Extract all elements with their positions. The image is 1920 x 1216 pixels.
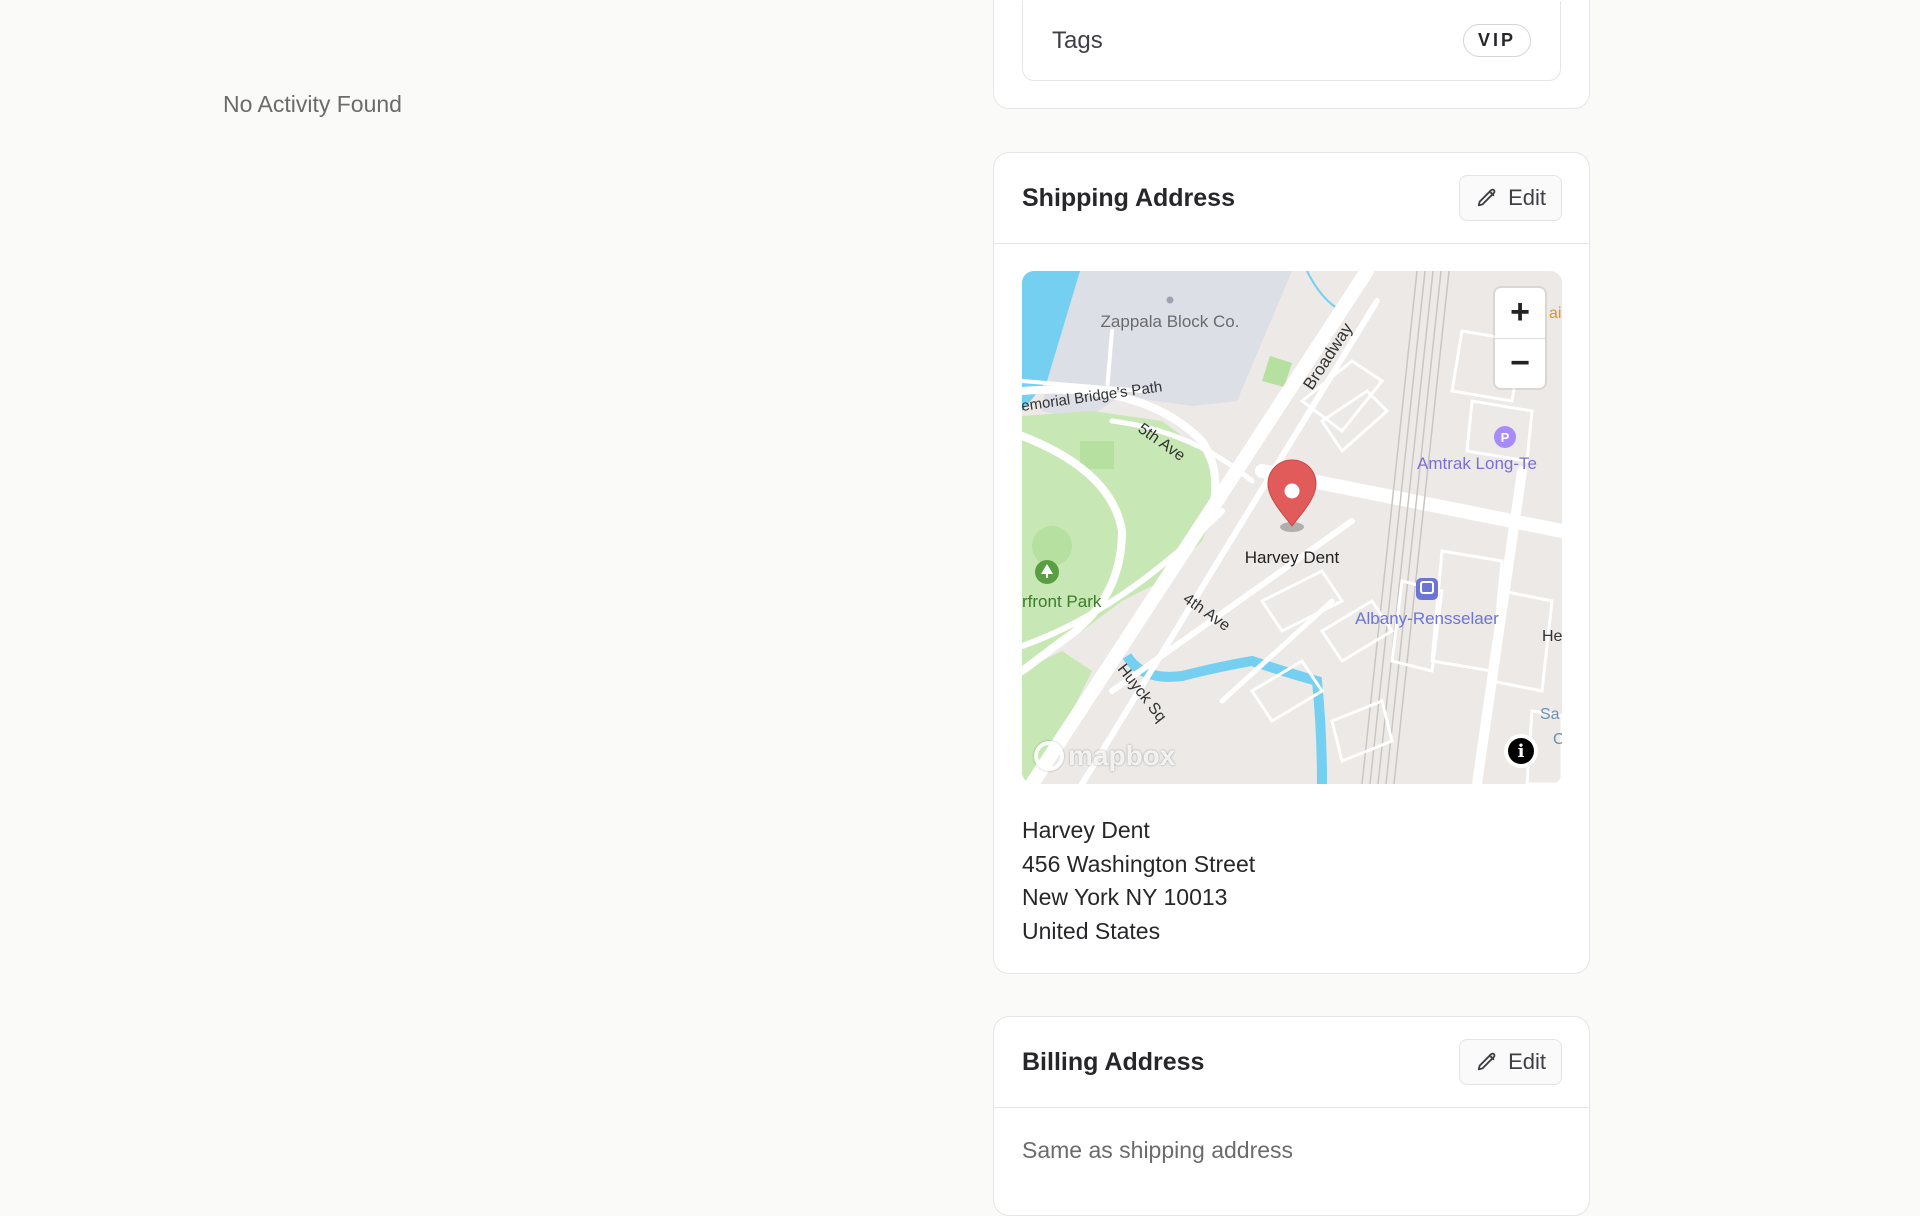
map-label-edge-sa: Sa — [1540, 706, 1560, 723]
billing-address-card: Billing Address Edit Same as shipping ad… — [993, 1016, 1590, 1216]
map-label-zappala: Zappala Block Co. — [1101, 312, 1240, 331]
address-city: New York NY 10013 — [1022, 884, 1228, 910]
billing-address-title: Billing Address — [1022, 1047, 1205, 1076]
zoom-out-button[interactable]: − — [1495, 337, 1545, 389]
vip-tag-badge[interactable]: VIP — [1462, 24, 1531, 57]
tags-label: Tags — [1052, 26, 1103, 54]
shipping-address-text: Harvey Dent 456 Washington Street New Yo… — [1022, 814, 1255, 948]
map-label-edge-c: C — [1553, 731, 1562, 748]
map-label-marker-name: Harvey Dent — [1245, 548, 1340, 567]
zoom-in-button[interactable]: + — [1495, 288, 1545, 338]
address-street: 456 Washington Street — [1022, 850, 1256, 877]
mapbox-logo-text: mapbox — [1068, 740, 1176, 771]
activity-empty-state: No Activity Found — [223, 91, 402, 117]
billing-address-header: Billing Address Edit — [994, 1017, 1589, 1108]
map-label-amtrak: Amtrak Long-Te — [1417, 454, 1537, 473]
pencil-icon — [1477, 188, 1496, 207]
billing-edit-button[interactable]: Edit — [1459, 1039, 1562, 1085]
map-label-park: rfront Park — [1022, 592, 1102, 611]
info-icon: i — [1508, 738, 1534, 764]
pencil-icon — [1477, 1052, 1496, 1071]
map-label-station: Albany-Rensselaer — [1355, 609, 1499, 628]
shipping-map[interactable]: Zappala Block Co. Broadway emorial Bridg… — [1022, 271, 1562, 784]
tags-card: Tags VIP — [993, 0, 1590, 109]
billing-edit-label: Edit — [1508, 1049, 1546, 1074]
map-zoom-controls: + − — [1495, 288, 1545, 388]
shipping-address-card: Shipping Address Edit Zappala Block Co. … — [993, 152, 1590, 974]
mapbox-logo[interactable]: mapbox — [1034, 740, 1175, 772]
address-name: Harvey Dent — [1022, 817, 1150, 843]
shipping-address-title: Shipping Address — [1022, 183, 1235, 212]
shipping-edit-button[interactable]: Edit — [1459, 175, 1562, 221]
billing-same-as-shipping-text: Same as shipping address — [1022, 1137, 1294, 1163]
parking-icon: P — [1501, 430, 1510, 445]
map-info-button[interactable]: i — [1504, 734, 1538, 768]
map-canvas[interactable]: Zappala Block Co. Broadway emorial Bridg… — [1022, 271, 1562, 784]
tags-row: Tags VIP — [1022, 1, 1561, 81]
shipping-address-header: Shipping Address Edit — [994, 153, 1589, 244]
shipping-edit-label: Edit — [1508, 185, 1546, 210]
mapbox-logo-icon — [1034, 741, 1064, 771]
map-label-edge-ai: ai — [1549, 305, 1561, 322]
map-label-edge-he: He — [1542, 628, 1562, 645]
address-country: United States — [1022, 917, 1161, 944]
